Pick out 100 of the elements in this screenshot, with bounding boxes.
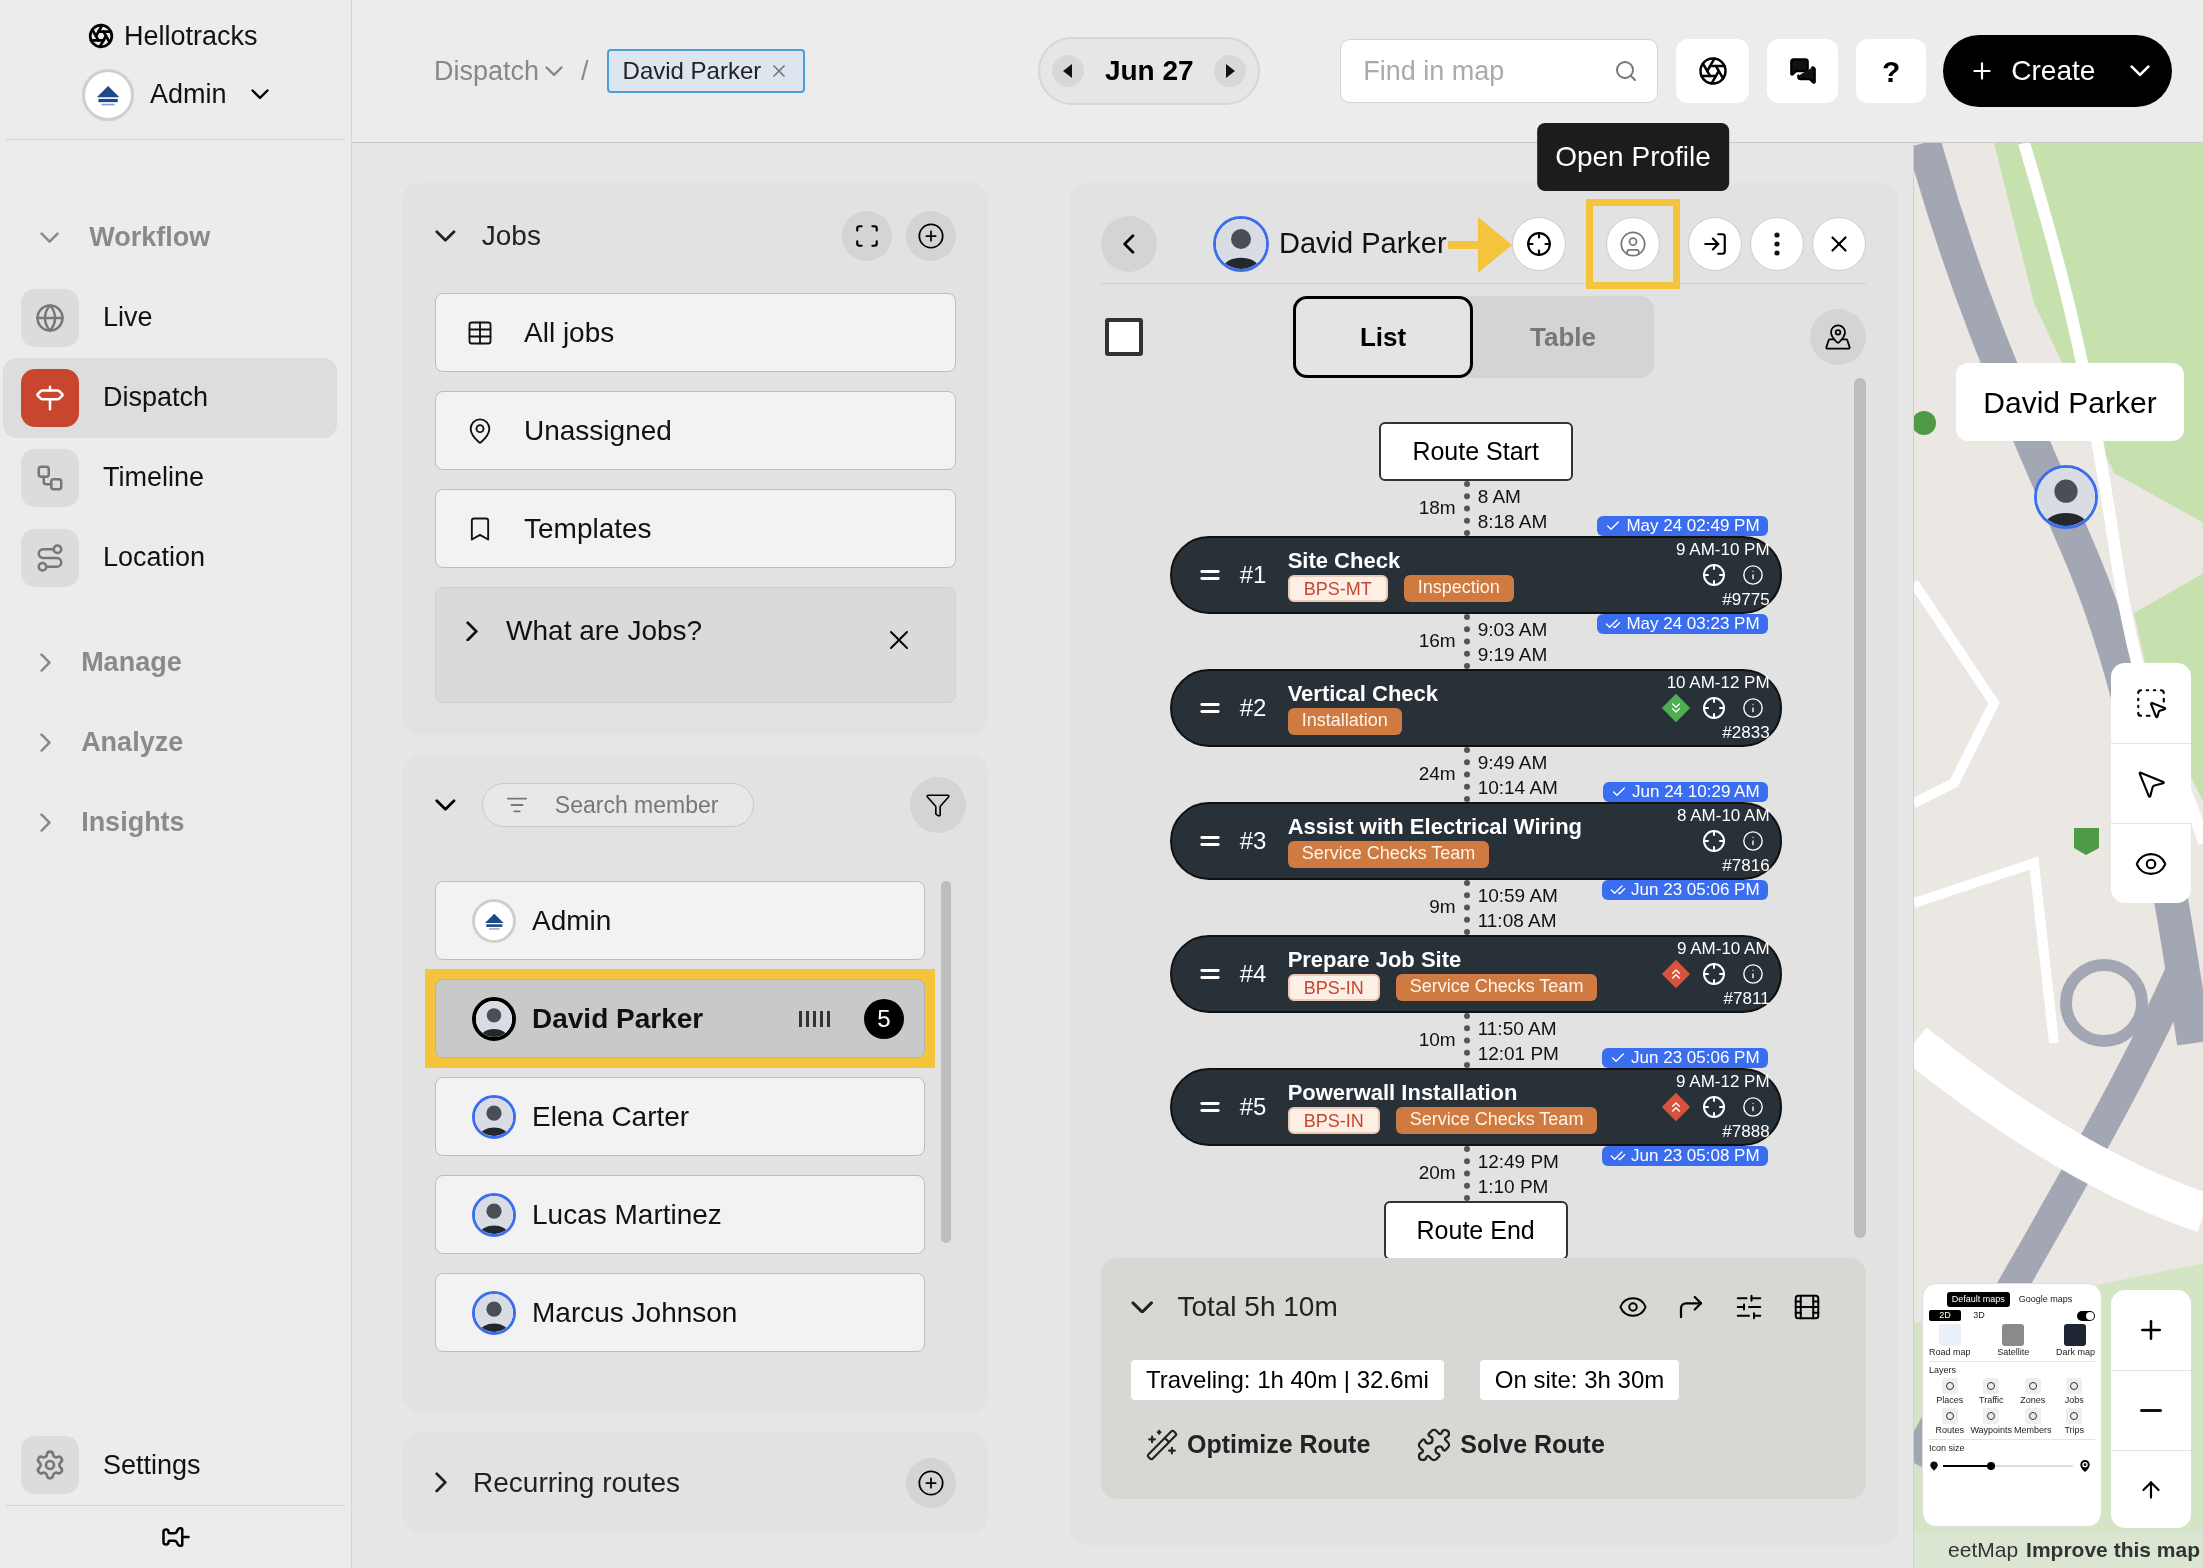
date-label: Jun 27 — [1104, 54, 1194, 88]
route-end-button[interactable]: Route End — [1383, 1201, 1568, 1258]
route-action-button[interactable]: Solve Route — [1416, 1426, 1605, 1464]
member-row[interactable]: David Parker 5 — [435, 979, 925, 1058]
map-style-option[interactable]: Satellite — [1997, 1324, 2030, 1358]
member-row[interactable]: Lucas Martinez — [435, 1175, 925, 1254]
info-icon[interactable] — [1741, 697, 1764, 719]
layer-option[interactable]: Waypoints — [1970, 1408, 2012, 1436]
aperture-icon — [1697, 56, 1728, 86]
layer-option[interactable]: Members — [2012, 1408, 2054, 1436]
help-button[interactable]: ? — [1856, 39, 1927, 103]
layer-option[interactable]: Jobs — [2053, 1378, 2095, 1406]
create-button[interactable]: Create — [1943, 35, 2173, 107]
avatar — [1213, 216, 1269, 272]
locate-icon[interactable] — [1701, 829, 1726, 853]
map-mode-tab[interactable]: 2D — [1929, 1310, 1961, 1321]
info-icon[interactable] — [1741, 1096, 1764, 1118]
chat-button[interactable] — [1767, 39, 1839, 103]
scrollbar[interactable] — [1854, 378, 1866, 1238]
locate-icon[interactable] — [1701, 696, 1726, 720]
close-button[interactable] — [1812, 217, 1866, 271]
map-pin-icon — [1824, 323, 1852, 351]
layer-option[interactable]: Places — [1929, 1378, 1971, 1406]
member-row[interactable]: Marcus Johnson — [435, 1273, 925, 1352]
previous-day-button[interactable] — [1052, 55, 1085, 87]
layer-option[interactable]: Routes — [1929, 1408, 1971, 1436]
stop-title: Vertical Check — [1287, 681, 1439, 707]
scrollbar[interactable] — [941, 881, 951, 1243]
map-search-field[interactable]: Find in map — [1340, 39, 1659, 103]
info-toggle[interactable]: What are Jobs? — [466, 610, 703, 652]
nav-item[interactable]: Live — [3, 277, 337, 358]
onsite-summary: On site: 3h 30m — [1479, 1360, 1680, 1400]
improve-map-link[interactable]: Improve this map — [2026, 1534, 2200, 1566]
layer-option[interactable]: Zones — [2012, 1378, 2054, 1406]
info-icon[interactable] — [1741, 830, 1764, 852]
stop-tag: Service Checks Team — [1395, 974, 1598, 1001]
settings-nav-item[interactable]: Settings — [0, 1425, 351, 1505]
time-window: 9 AM-10 AM — [1677, 939, 1770, 959]
chevron-right-icon — [40, 812, 52, 833]
route-start-button[interactable]: Route Start — [1378, 422, 1573, 481]
avatar — [472, 1192, 516, 1237]
locate-icon[interactable] — [1701, 1095, 1726, 1119]
jobs-section-toggle[interactable]: Jobs — [435, 215, 541, 257]
route-stop[interactable]: #3 Assist with Electrical Wiring Service Checks Team 8 AM-10 AM #7816 — [1169, 802, 1782, 880]
back-button[interactable] — [1101, 216, 1157, 272]
avatar — [472, 1094, 516, 1139]
map-pin-button[interactable] — [1810, 309, 1866, 365]
ai-button[interactable] — [1676, 39, 1750, 103]
job-list-button[interactable]: All jobs — [435, 293, 956, 372]
locate-icon[interactable] — [1701, 563, 1726, 587]
map-style-option[interactable]: Road map — [1929, 1324, 1971, 1358]
member-search-field[interactable]: Search member — [481, 783, 754, 827]
map-source-tab[interactable]: Default maps — [1946, 1292, 2010, 1307]
time-window: 9 AM-10 PM — [1676, 540, 1770, 560]
map[interactable]: David Parker Default maps Google maps 2D 3D Road map Satellite Dark map Layers Places Traffic Zones Jobs Routes Waypoints Members Trips Icon size eetMap Improve this map — [1913, 143, 2203, 1568]
next-day-button[interactable] — [1214, 55, 1247, 87]
timeline-icon — [21, 448, 79, 507]
recurring-routes-toggle[interactable]: Recurring routes — [435, 1461, 681, 1504]
info-icon[interactable] — [1741, 963, 1764, 985]
puzzle-icon — [1416, 1426, 1453, 1463]
stop-number: #1 — [1239, 560, 1268, 590]
member-row[interactable]: Elena Carter — [435, 1077, 925, 1156]
filter-button[interactable] — [910, 777, 966, 833]
check-in-button[interactable] — [1688, 217, 1742, 271]
scan-button[interactable] — [842, 211, 892, 261]
member-row[interactable]: Admin — [435, 881, 925, 960]
job-count-badge: 5 — [864, 998, 904, 1039]
icon-size-slider[interactable] — [1943, 1462, 2073, 1470]
chevron-down-icon — [250, 89, 269, 100]
more-button[interactable] — [1750, 217, 1804, 271]
account-menu[interactable]: Admin — [0, 66, 351, 123]
locate-member-button[interactable] — [1512, 217, 1566, 271]
nav-item[interactable]: Dispatch — [3, 357, 337, 438]
map-style-option[interactable]: Dark map — [2055, 1324, 2095, 1358]
nav-item[interactable]: Timeline — [3, 437, 337, 518]
layer-option[interactable]: Traffic — [1970, 1378, 2012, 1406]
map-mode-tab[interactable]: 3D — [1963, 1310, 1995, 1321]
select-all-checkbox[interactable] — [1105, 318, 1143, 356]
nav-item[interactable]: Location — [3, 517, 337, 598]
members-section-toggle[interactable] — [435, 798, 456, 812]
summary-toggle[interactable]: Total 5h 10m — [1131, 1286, 1338, 1328]
map-source-tab[interactable]: Google maps — [2013, 1292, 2078, 1307]
film-icon[interactable] — [1792, 1292, 1822, 1322]
add-job-button[interactable] — [906, 211, 956, 261]
toggle-switch[interactable] — [2077, 1310, 2095, 1321]
chevron-right-icon — [40, 732, 52, 753]
stop-tag: Service Checks Team — [1395, 1107, 1598, 1134]
add-recurring-route-button[interactable] — [906, 1457, 956, 1508]
travel-duration: 16m — [1418, 629, 1456, 654]
sliders-icon[interactable] — [1734, 1292, 1764, 1322]
job-list-button[interactable]: Templates — [435, 489, 956, 568]
job-list-button[interactable]: Unassigned — [435, 391, 956, 470]
chevron-down-icon — [2130, 65, 2151, 77]
open-profile-button[interactable] — [1606, 217, 1660, 271]
info-icon[interactable] — [1741, 564, 1764, 586]
layer-option[interactable]: Trips — [2053, 1408, 2095, 1436]
route-action-button[interactable]: Optimize Route — [1145, 1426, 1371, 1464]
locate-icon[interactable] — [1701, 962, 1726, 986]
view-tab[interactable]: List — [1293, 296, 1473, 378]
scan-icon — [854, 223, 880, 249]
